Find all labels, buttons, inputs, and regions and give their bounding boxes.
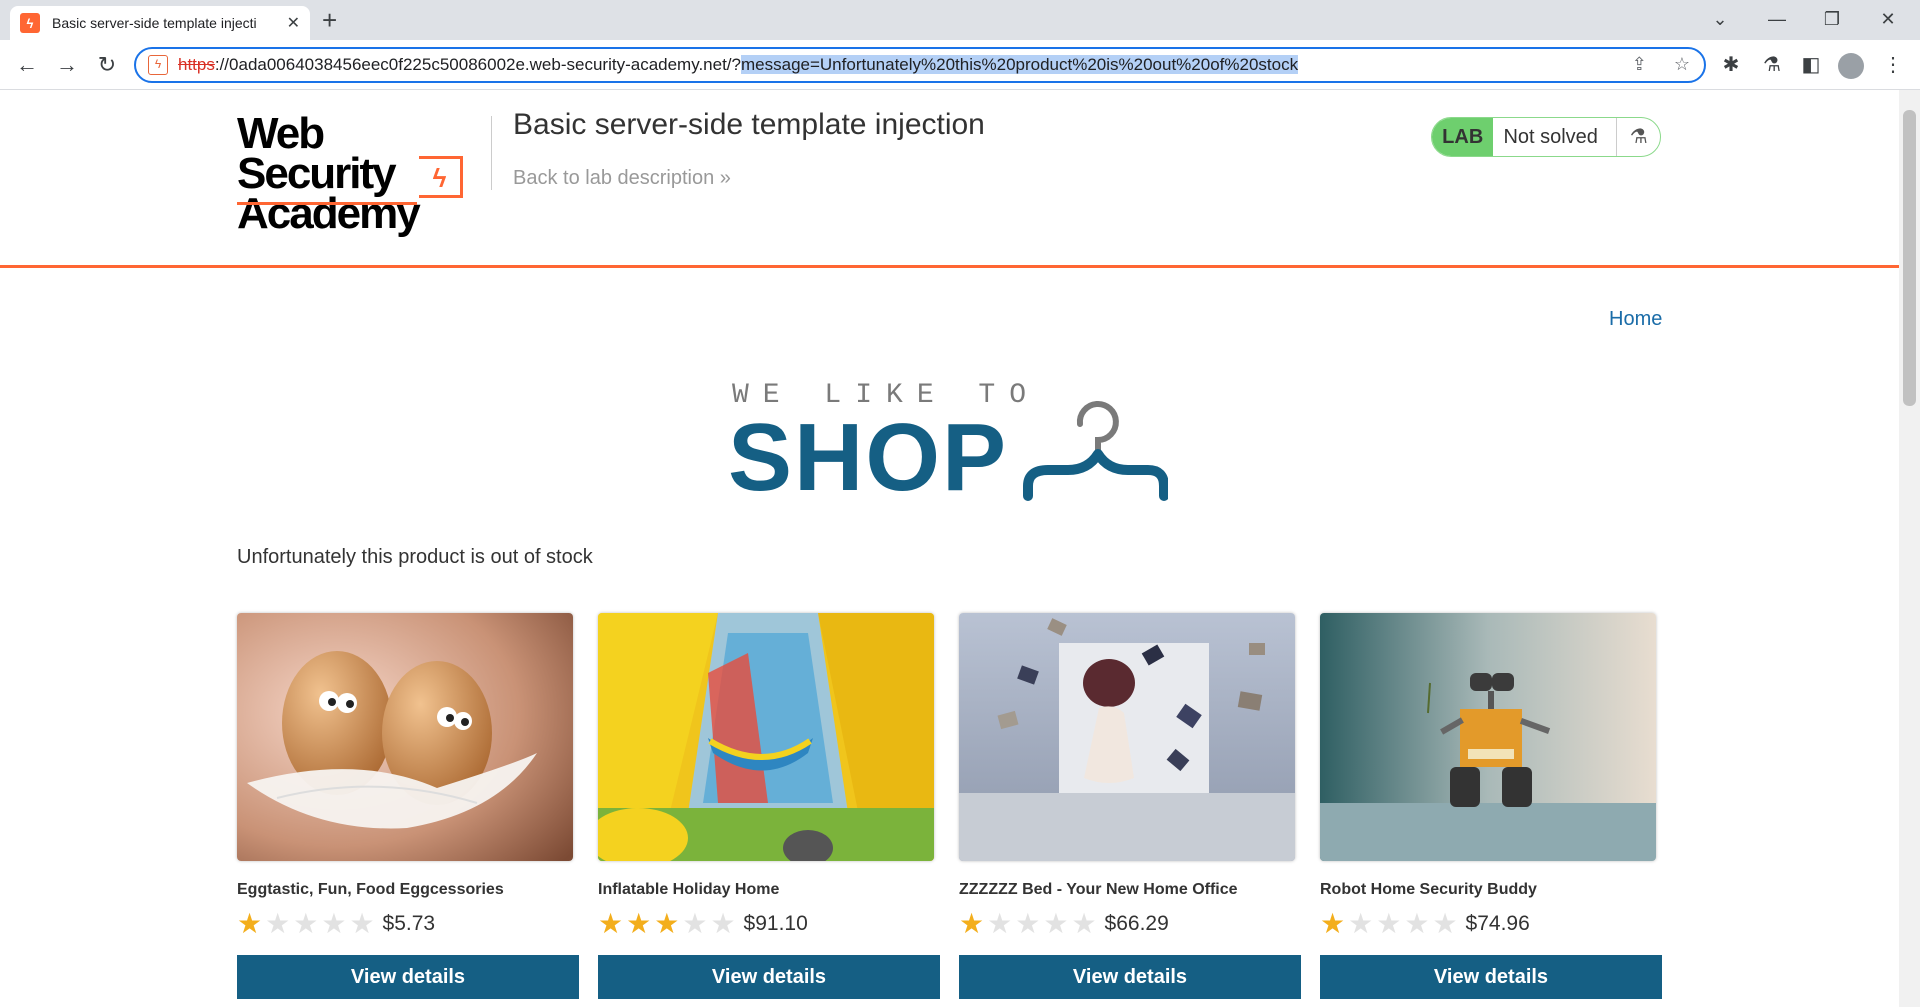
- lab-status-widget: LAB Not solved ⚗: [1431, 117, 1661, 157]
- view-details-button[interactable]: View details: [237, 955, 579, 999]
- logo-line-2: Academy: [237, 189, 421, 238]
- extensions-puzzle-icon[interactable]: ✱: [1718, 52, 1744, 77]
- window-close-icon[interactable]: ✕: [1868, 4, 1908, 34]
- view-details-button[interactable]: View details: [598, 955, 940, 999]
- side-panel-icon[interactable]: ◧: [1798, 52, 1824, 77]
- view-details-button[interactable]: View details: [1320, 955, 1662, 999]
- star-empty-icon: ★: [265, 908, 291, 939]
- tab-title: Basic server-side template injecti: [52, 15, 257, 31]
- page-viewport: Web Security Academy ϟ Basic server-side…: [0, 90, 1899, 1007]
- minimize-icon[interactable]: —: [1757, 4, 1797, 34]
- tab-strip: ϟ Basic server-side template injecti ✕ +…: [0, 0, 1920, 40]
- star-empty-icon: ★: [682, 908, 708, 939]
- address-bar[interactable]: ϟ https://0ada0064038456eec0f225c5008600…: [134, 47, 1706, 83]
- reload-icon[interactable]: ↻: [92, 50, 122, 80]
- product-price: $66.29: [1104, 912, 1169, 935]
- stock-message: Unfortunately this product is out of sto…: [237, 546, 593, 568]
- bookmark-star-icon[interactable]: ☆: [1674, 54, 1690, 74]
- rating-stars: ★ ★ ★ ★ ★: [598, 910, 739, 938]
- product-meta: ★ ★ ★ ★ ★ $66.29: [959, 909, 1301, 939]
- page-scrollbar[interactable]: [1899, 90, 1920, 1007]
- rating-stars: ★ ★ ★ ★ ★: [959, 910, 1100, 938]
- star-empty-icon: ★: [1404, 908, 1430, 939]
- product-name: Inflatable Holiday Home: [598, 881, 780, 898]
- browser-toolbar: ← → ↻ ϟ https://0ada0064038456eec0f225c5…: [0, 40, 1920, 90]
- product-image-inflatable-home: [598, 613, 934, 861]
- product-name: Eggtastic, Fun, Food Eggcessories: [237, 881, 504, 898]
- we-like-to-shop-logo: WE LIKE TO SHOP: [728, 380, 1168, 506]
- product-card: ZZZZZZ Bed - Your New Home Office ★ ★ ★ ★ ★ …: [959, 613, 1301, 999]
- product-meta: ★ ★ ★ ★ ★ $91.10: [598, 909, 940, 939]
- product-image-bed-books: [959, 613, 1295, 861]
- logo-lightning-icon: ϟ: [419, 156, 463, 198]
- product-meta: ★ ★ ★ ★ ★ $74.96: [1320, 909, 1662, 939]
- lab-extension-flask-icon[interactable]: ⚗: [1759, 52, 1785, 77]
- product-meta: ★ ★ ★ ★ ★ $5.73: [237, 909, 579, 939]
- lab-title: Basic server-side template injection: [513, 108, 985, 141]
- academy-header: Web Security Academy ϟ Basic server-side…: [0, 90, 1899, 268]
- lab-favicon-icon: ϟ: [20, 13, 40, 33]
- profile-avatar[interactable]: [1838, 53, 1864, 79]
- star-filled-icon: ★: [654, 908, 680, 939]
- lab-tag: LAB: [1432, 118, 1494, 156]
- product-image-robot: [1320, 613, 1656, 861]
- product-price: $5.73: [382, 912, 436, 935]
- back-link-label: Back to lab description: [513, 167, 715, 189]
- product-name: ZZZZZZ Bed - Your New Home Office: [959, 881, 1238, 898]
- new-tab-icon[interactable]: +: [322, 6, 337, 34]
- product-card: Inflatable Holiday Home ★ ★ ★ ★ ★ $91.10 Vie…: [598, 613, 940, 999]
- star-empty-icon: ★: [710, 908, 736, 939]
- star-filled-icon: ★: [626, 908, 652, 939]
- rating-stars: ★ ★ ★ ★ ★: [237, 910, 378, 938]
- star-filled-icon: ★: [598, 908, 624, 939]
- home-link[interactable]: Home: [1609, 308, 1662, 331]
- shop-logo-word: SHOP: [728, 404, 1009, 511]
- product-image-eggs: [237, 613, 573, 861]
- url-host: ://0ada0064038456eec0f225c50086002e.web-…: [214, 55, 741, 74]
- product-name: Robot Home Security Buddy: [1320, 881, 1537, 898]
- product-price: $91.10: [743, 912, 808, 935]
- star-empty-icon: ★: [1015, 908, 1041, 939]
- url-scheme: https: [178, 55, 215, 74]
- share-icon[interactable]: ⇪: [1632, 54, 1647, 74]
- logo-underline: [237, 202, 417, 205]
- view-details-button[interactable]: View details: [959, 955, 1301, 999]
- web-security-academy-logo[interactable]: Web Security Academy ϟ: [237, 112, 487, 236]
- rating-stars: ★ ★ ★ ★ ★: [1320, 910, 1461, 938]
- star-filled-icon: ★: [237, 908, 263, 939]
- star-empty-icon: ★: [1043, 908, 1069, 939]
- star-empty-icon: ★: [1376, 908, 1402, 939]
- header-divider: [491, 116, 492, 190]
- flask-icon: ⚗: [1616, 118, 1660, 156]
- star-empty-icon: ★: [1432, 908, 1458, 939]
- browser-tab[interactable]: ϟ Basic server-side template injecti ✕: [10, 6, 310, 40]
- star-empty-icon: ★: [349, 908, 375, 939]
- product-card: Eggtastic, Fun, Food Eggcessories ★ ★ ★ ★ ★ …: [237, 613, 579, 999]
- star-empty-icon: ★: [293, 908, 319, 939]
- product-card: Robot Home Security Buddy ★ ★ ★ ★ ★ $74.96 V…: [1320, 613, 1662, 999]
- back-to-lab-description-link[interactable]: Back to lab description »: [513, 167, 731, 190]
- star-empty-icon: ★: [1348, 908, 1374, 939]
- double-chevron-right-icon: »: [719, 167, 731, 189]
- back-arrow-icon[interactable]: ←: [12, 50, 42, 80]
- restore-icon[interactable]: ❐: [1812, 4, 1852, 34]
- product-price: $74.96: [1465, 912, 1530, 935]
- url-text[interactable]: https://0ada0064038456eec0f225c50086002e…: [178, 55, 1299, 75]
- clothes-hanger-icon: [1023, 401, 1168, 501]
- lab-status-text: Not solved: [1503, 125, 1598, 148]
- star-empty-icon: ★: [1071, 908, 1097, 939]
- browser-menu-icon[interactable]: ⋮: [1880, 52, 1906, 77]
- close-tab-icon[interactable]: ✕: [287, 13, 300, 33]
- forward-arrow-icon[interactable]: →: [52, 50, 82, 80]
- site-info-icon[interactable]: ϟ: [148, 55, 168, 75]
- star-filled-icon: ★: [1320, 908, 1346, 939]
- star-empty-icon: ★: [321, 908, 347, 939]
- tab-search-chevron-icon[interactable]: ⌄: [1700, 4, 1740, 34]
- scrollbar-thumb[interactable]: [1903, 110, 1916, 406]
- star-filled-icon: ★: [959, 908, 985, 939]
- star-empty-icon: ★: [987, 908, 1013, 939]
- url-query-selected: message=Unfortunately%20this%20product%2…: [741, 55, 1299, 74]
